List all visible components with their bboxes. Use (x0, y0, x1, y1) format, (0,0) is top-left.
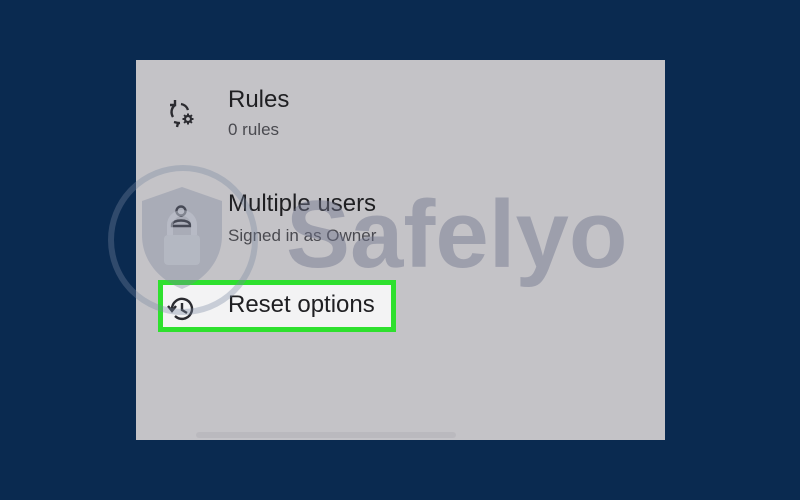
settings-item-rules[interactable]: Rules 0 rules (136, 82, 665, 152)
reset-options-title: Reset options (228, 291, 375, 318)
settings-panel: Rules 0 rules Multiple users Signed in a… (136, 60, 665, 440)
settings-item-reset-options[interactable]: Reset options (136, 280, 665, 338)
multiple-users-subtitle: Signed in as Owner (228, 226, 377, 245)
multiple-users-title: Multiple users (228, 190, 377, 217)
history-icon (164, 292, 198, 326)
rules-title: Rules (228, 86, 290, 113)
settings-item-multiple-users[interactable]: Multiple users Signed in as Owner (136, 186, 665, 256)
rules-subtitle: 0 rules (228, 120, 280, 139)
rules-icon (164, 96, 198, 130)
cut-off-item (196, 432, 456, 438)
person-icon (164, 200, 198, 234)
